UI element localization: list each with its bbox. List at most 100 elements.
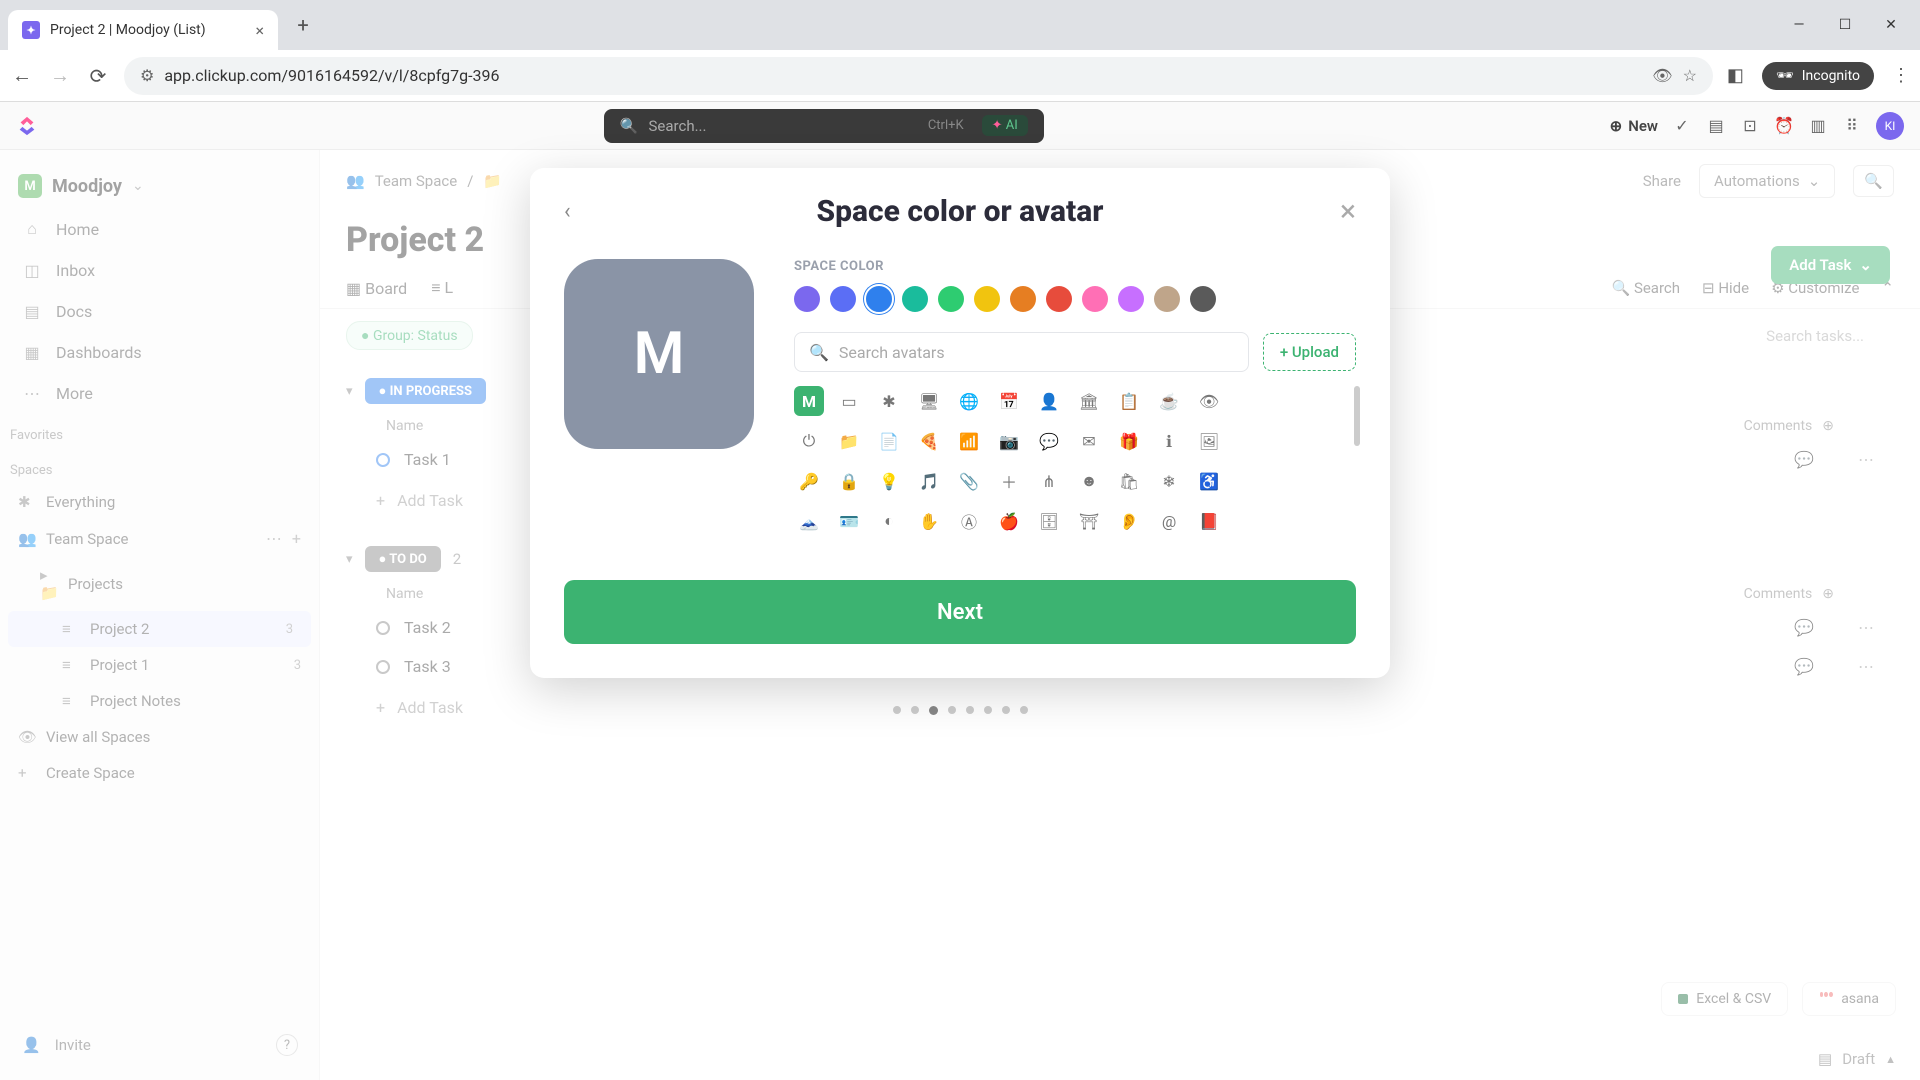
avatar-icon-option[interactable]: 🍕 bbox=[914, 426, 944, 456]
avatar-icon-option[interactable]: ❄ bbox=[1154, 466, 1184, 496]
avatar-icon-option[interactable]: 👤 bbox=[1034, 386, 1064, 416]
search-placeholder: Search avatars bbox=[839, 343, 945, 362]
avatar-icon-option[interactable]: 📄 bbox=[874, 426, 904, 456]
incognito-badge[interactable]: 🕶 Incognito bbox=[1762, 62, 1874, 90]
color-swatch[interactable] bbox=[1118, 286, 1144, 312]
avatar-icon-grid: M ▭ ✱ 🖥 🌐 📅 👤 🏛 📋 ☕ 👁 ⏻ 📁 📄 🍕 📶 📷 💬 ✉ 🎁 ℹ 🖼 🔑 🔒 💡 🎵 📎 ＋ ⋔ ☻ 🛍 ❄ ♿ 🗻 🪪 ◐ ✋ Ⓐ 🍎 🗄… bbox=[794, 386, 1356, 536]
avatar-icon-option[interactable]: 📎 bbox=[954, 466, 984, 496]
close-icon[interactable]: × bbox=[1340, 194, 1356, 229]
avatar-icon-option[interactable]: 🎵 bbox=[914, 466, 944, 496]
avatar-icon-option[interactable]: 🎁 bbox=[1114, 426, 1144, 456]
alarm-icon[interactable]: ⏰ bbox=[1774, 116, 1794, 136]
ai-badge[interactable]: ✦ AI bbox=[982, 115, 1028, 136]
color-swatch[interactable] bbox=[938, 286, 964, 312]
scrollbar[interactable] bbox=[1354, 386, 1360, 446]
avatar-icon-option[interactable]: 💡 bbox=[874, 466, 904, 496]
user-avatar[interactable]: KI bbox=[1876, 112, 1904, 140]
avatar-icon-option[interactable]: ✋ bbox=[914, 506, 944, 536]
reload-icon[interactable]: ⟳ bbox=[86, 64, 110, 88]
clickup-logo-icon[interactable] bbox=[16, 115, 38, 137]
avatar-icon-option[interactable]: ✉ bbox=[1074, 426, 1104, 456]
avatar-icon-option[interactable]: 📋 bbox=[1114, 386, 1144, 416]
avatar-icon-option[interactable]: 🔒 bbox=[834, 466, 864, 496]
avatar-icon-option[interactable]: ＋ bbox=[994, 466, 1024, 496]
avatar-icon-option[interactable]: 🛍 bbox=[1114, 466, 1144, 496]
color-swatch[interactable] bbox=[1190, 286, 1216, 312]
avatar-icon-option[interactable]: 🪪 bbox=[834, 506, 864, 536]
doc-icon[interactable]: ▥ bbox=[1808, 116, 1828, 136]
color-swatch[interactable] bbox=[1010, 286, 1036, 312]
color-swatch[interactable] bbox=[794, 286, 820, 312]
avatar-icon-option[interactable]: ⛩ bbox=[1074, 506, 1104, 536]
avatar-icon-option[interactable]: ☕ bbox=[1154, 386, 1184, 416]
notepad-icon[interactable]: ▤ bbox=[1706, 116, 1726, 136]
maximize-icon[interactable]: ☐ bbox=[1836, 17, 1854, 33]
avatar-icon-option[interactable]: ▭ bbox=[834, 386, 864, 416]
address-bar[interactable]: ⚙ app.clickup.com/9016164592/v/l/8cpfg7g… bbox=[124, 57, 1713, 95]
site-info-icon[interactable]: ⚙ bbox=[140, 66, 154, 85]
avatar-icon-option[interactable]: 🌐 bbox=[954, 386, 984, 416]
color-swatch[interactable] bbox=[866, 286, 892, 312]
app-topbar: 🔍 Search... Ctrl+K ✦ AI ⊕ New ✓ ▤ ⊡ ⏰ ▥ … bbox=[0, 102, 1920, 150]
record-icon[interactable]: ⊡ bbox=[1740, 116, 1760, 136]
avatar-icon-option[interactable]: 🖼 bbox=[1194, 426, 1224, 456]
next-button[interactable]: Next bbox=[564, 580, 1356, 644]
upload-button[interactable]: + Upload bbox=[1263, 333, 1356, 371]
forward-icon: → bbox=[48, 63, 72, 88]
search-placeholder: Search... bbox=[649, 117, 707, 135]
avatar-icon-option[interactable]: Ⓐ bbox=[954, 506, 984, 536]
avatar-icon-option[interactable]: ♿ bbox=[1194, 466, 1224, 496]
avatar-icon-option[interactable]: 👁 bbox=[1194, 386, 1224, 416]
color-swatch[interactable] bbox=[830, 286, 856, 312]
avatar-icon-option[interactable]: ℹ bbox=[1154, 426, 1184, 456]
modal-container: ‹ Space color or avatar × M SPACE COLOR … bbox=[0, 150, 1920, 1080]
browser-toolbar: ← → ⟳ ⚙ app.clickup.com/9016164592/v/l/8… bbox=[0, 50, 1920, 102]
color-swatch[interactable] bbox=[1046, 286, 1072, 312]
browser-tab[interactable]: ✦ Project 2 | Moodjoy (List) × bbox=[8, 10, 278, 50]
close-window-icon[interactable]: ✕ bbox=[1882, 17, 1900, 33]
eye-off-icon[interactable]: 👁 bbox=[1652, 66, 1672, 85]
global-search[interactable]: 🔍 Search... Ctrl+K ✦ AI bbox=[604, 109, 1044, 143]
avatar-icon-option[interactable]: 📕 bbox=[1194, 506, 1224, 536]
new-button[interactable]: ⊕ New bbox=[1610, 117, 1658, 135]
avatar-icon-option[interactable]: 🖥 bbox=[914, 386, 944, 416]
side-panel-icon[interactable]: ◧ bbox=[1727, 65, 1744, 86]
avatar-icon-option[interactable]: ✱ bbox=[874, 386, 904, 416]
step-dot bbox=[893, 706, 901, 714]
new-tab-button[interactable]: + bbox=[288, 13, 318, 37]
color-swatch[interactable] bbox=[902, 286, 928, 312]
color-swatch[interactable] bbox=[1154, 286, 1180, 312]
avatar-search-input[interactable]: 🔍 Search avatars bbox=[794, 332, 1249, 372]
tab-title: Project 2 | Moodjoy (List) bbox=[50, 22, 206, 38]
tab-close-icon[interactable]: × bbox=[255, 21, 264, 40]
avatar-icon-option[interactable]: 📷 bbox=[994, 426, 1024, 456]
avatar-icon-option[interactable]: 💬 bbox=[1034, 426, 1064, 456]
minimize-icon[interactable]: — bbox=[1790, 17, 1808, 33]
bookmark-star-icon[interactable]: ☆ bbox=[1683, 66, 1697, 85]
avatar-icon-option[interactable]: 🏛 bbox=[1074, 386, 1104, 416]
kebab-menu-icon[interactable]: ⋮ bbox=[1892, 65, 1910, 86]
avatar-icon-option[interactable]: 🗻 bbox=[794, 506, 824, 536]
back-icon[interactable]: ← bbox=[10, 63, 34, 88]
avatar-icon-option[interactable]: ⋔ bbox=[1034, 466, 1064, 496]
avatar-icon-option[interactable]: ☻ bbox=[1074, 466, 1104, 496]
apps-grid-icon[interactable]: ⠿ bbox=[1842, 116, 1862, 136]
avatar-icon-option[interactable]: 🗄 bbox=[1034, 506, 1064, 536]
step-dot bbox=[929, 706, 938, 715]
plus-circle-icon: ⊕ bbox=[1610, 117, 1623, 135]
color-swatch[interactable] bbox=[974, 286, 1000, 312]
check-circle-icon[interactable]: ✓ bbox=[1672, 116, 1692, 136]
avatar-icon-option[interactable]: 📶 bbox=[954, 426, 984, 456]
avatar-icon-option[interactable]: 📅 bbox=[994, 386, 1024, 416]
avatar-icon-option[interactable]: M bbox=[794, 386, 824, 416]
color-swatch[interactable] bbox=[1082, 286, 1108, 312]
tab-favicon: ✦ bbox=[22, 21, 40, 39]
avatar-icon-option[interactable]: @ bbox=[1154, 506, 1184, 536]
avatar-icon-option[interactable]: 🔑 bbox=[794, 466, 824, 496]
avatar-icon-option[interactable]: ◐ bbox=[874, 506, 904, 536]
avatar-icon-option[interactable]: ⏻ bbox=[794, 426, 824, 456]
avatar-icon-option[interactable]: 📁 bbox=[834, 426, 864, 456]
avatar-icon-option[interactable]: 👂 bbox=[1114, 506, 1144, 536]
back-button[interactable]: ‹ bbox=[564, 199, 571, 224]
avatar-icon-option[interactable]: 🍎 bbox=[994, 506, 1024, 536]
